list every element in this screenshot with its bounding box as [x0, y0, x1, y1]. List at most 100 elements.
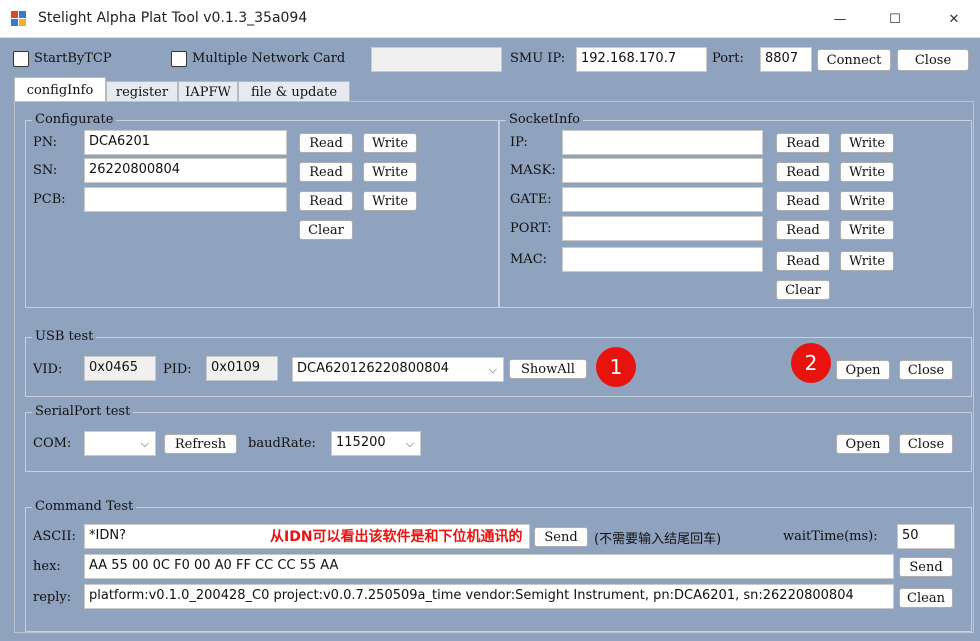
vid-field[interactable]: 0x0465	[84, 356, 156, 381]
port-write-button[interactable]: Write	[840, 220, 894, 240]
tab-register[interactable]: register	[106, 81, 178, 102]
waittime-input[interactable]: 50	[897, 524, 955, 549]
minimize-button[interactable]: —	[815, 0, 865, 38]
smu-ip-input[interactable]: 192.168.170.7	[576, 47, 707, 72]
baudrate-label: baudRate:	[248, 436, 316, 451]
connect-button[interactable]: Connect	[817, 49, 891, 71]
multiple-network-card-checkbox[interactable]	[171, 51, 187, 67]
hex-label: hex:	[33, 559, 61, 574]
pcb-read-button[interactable]: Read	[299, 191, 353, 211]
command-test-title: Command Test	[32, 499, 137, 514]
reply-label: reply:	[33, 590, 72, 605]
pn-input[interactable]: DCA6201	[84, 130, 287, 155]
client-area: StartByTCP Multiple Network Card SMU IP:…	[0, 38, 980, 641]
mask-write-button[interactable]: Write	[840, 162, 894, 182]
configurate-clear-button[interactable]: Clear	[299, 220, 353, 240]
mac-write-button[interactable]: Write	[840, 251, 894, 271]
gate-label: GATE:	[510, 192, 552, 207]
sn-input[interactable]: 26220800804	[84, 158, 287, 183]
ip-label: IP:	[510, 135, 528, 150]
pn-write-button[interactable]: Write	[363, 133, 417, 153]
title-bar: Stelight Alpha Plat Tool v0.1.3_35a094 —…	[0, 0, 980, 38]
socketinfo-clear-button[interactable]: Clear	[776, 280, 830, 300]
maximize-button[interactable]: ☐	[870, 0, 920, 38]
ascii-send-button[interactable]: Send	[534, 527, 588, 547]
gate-input[interactable]	[562, 187, 763, 212]
clean-button[interactable]: Clean	[899, 588, 953, 608]
close-connection-button[interactable]: Close	[897, 49, 969, 71]
hex-input[interactable]: AA 55 00 0C F0 00 A0 FF CC CC 55 AA	[84, 554, 894, 579]
window-title: Stelight Alpha Plat Tool v0.1.3_35a094	[38, 10, 308, 26]
network-card-field[interactable]	[371, 47, 502, 72]
configurate-title: Configurate	[32, 112, 117, 127]
usb-device-value: DCA620126220800804	[297, 361, 450, 376]
pcb-write-button[interactable]: Write	[363, 191, 417, 211]
chevron-down-icon: ⌵	[405, 437, 414, 450]
refresh-button[interactable]: Refresh	[164, 434, 237, 454]
serialport-test-title: SerialPort test	[32, 404, 134, 419]
minimize-icon: —	[833, 11, 847, 27]
sn-label: SN:	[33, 163, 58, 178]
port-label: Port:	[712, 51, 744, 66]
port-socket-label: PORT:	[510, 221, 552, 236]
mask-label: MASK:	[510, 163, 556, 178]
reply-field[interactable]: platform:v0.1.0_200428_C0 project:v0.0.7…	[84, 584, 894, 609]
pn-read-button[interactable]: Read	[299, 133, 353, 153]
tab-iapfw[interactable]: IAPFW	[178, 81, 238, 102]
vid-label: VID:	[33, 362, 63, 377]
mac-read-button[interactable]: Read	[776, 251, 830, 271]
com-select[interactable]: ⌵	[84, 431, 156, 456]
baudrate-value: 115200	[336, 435, 386, 450]
chevron-down-icon: ⌵	[140, 437, 149, 450]
waittime-label: waitTime(ms):	[783, 529, 878, 544]
serialport-test-group: SerialPort test COM: ⌵ Refresh baudRate:…	[25, 404, 972, 472]
chevron-down-icon: ⌵	[488, 363, 497, 376]
gate-read-button[interactable]: Read	[776, 191, 830, 211]
usb-close-button[interactable]: Close	[899, 360, 953, 380]
annotation-note: 从IDN可以看出该软件是和下位机通讯的	[270, 529, 523, 545]
pcb-input[interactable]	[84, 187, 287, 212]
configurate-group: Configurate PN: DCA6201 Read Write SN: 2…	[25, 112, 499, 308]
pid-field[interactable]: 0x0109	[206, 356, 278, 381]
port-read-button[interactable]: Read	[776, 220, 830, 240]
mask-read-button[interactable]: Read	[776, 162, 830, 182]
showall-button[interactable]: ShowAll	[509, 359, 587, 379]
port-socket-input[interactable]	[562, 216, 763, 241]
socketinfo-title: SocketInfo	[506, 112, 583, 127]
tab-file-update[interactable]: file & update	[238, 81, 350, 102]
start-by-tcp-label: StartByTCP	[34, 51, 112, 66]
close-icon: ✕	[948, 11, 960, 27]
baudrate-select[interactable]: 115200 ⌵	[331, 431, 421, 456]
smu-ip-label: SMU IP:	[510, 51, 566, 66]
serial-open-button[interactable]: Open	[836, 434, 890, 454]
sn-read-button[interactable]: Read	[299, 162, 353, 182]
pid-label: PID:	[163, 362, 192, 377]
start-by-tcp-checkbox[interactable]	[13, 51, 29, 67]
mac-label: MAC:	[510, 252, 548, 267]
ip-read-button[interactable]: Read	[776, 133, 830, 153]
usb-test-title: USB test	[32, 329, 97, 344]
close-window-button[interactable]: ✕	[929, 0, 979, 38]
ascii-label: ASCII:	[33, 529, 76, 544]
usb-open-button[interactable]: Open	[836, 360, 890, 380]
mac-input[interactable]	[562, 247, 763, 272]
maximize-icon: ☐	[889, 11, 901, 27]
pn-label: PN:	[33, 135, 58, 150]
hex-send-button[interactable]: Send	[899, 557, 953, 577]
app-icon	[11, 11, 26, 26]
ip-write-button[interactable]: Write	[840, 133, 894, 153]
multiple-network-card-label: Multiple Network Card	[192, 51, 346, 66]
sn-write-button[interactable]: Write	[363, 162, 417, 182]
com-label: COM:	[33, 436, 72, 451]
serial-close-button[interactable]: Close	[899, 434, 953, 454]
socketinfo-group: SocketInfo IP: Read Write MASK: Read Wri…	[499, 112, 972, 308]
usb-device-select[interactable]: DCA620126220800804 ⌵	[292, 357, 504, 382]
ip-input[interactable]	[562, 130, 763, 155]
annotation-badge-2: 2	[791, 343, 831, 383]
pcb-label: PCB:	[33, 192, 66, 207]
tab-configinfo[interactable]: configInfo	[14, 77, 106, 102]
port-input[interactable]: 8807	[760, 47, 812, 72]
mask-input[interactable]	[562, 158, 763, 183]
annotation-badge-1: 1	[596, 347, 636, 387]
gate-write-button[interactable]: Write	[840, 191, 894, 211]
